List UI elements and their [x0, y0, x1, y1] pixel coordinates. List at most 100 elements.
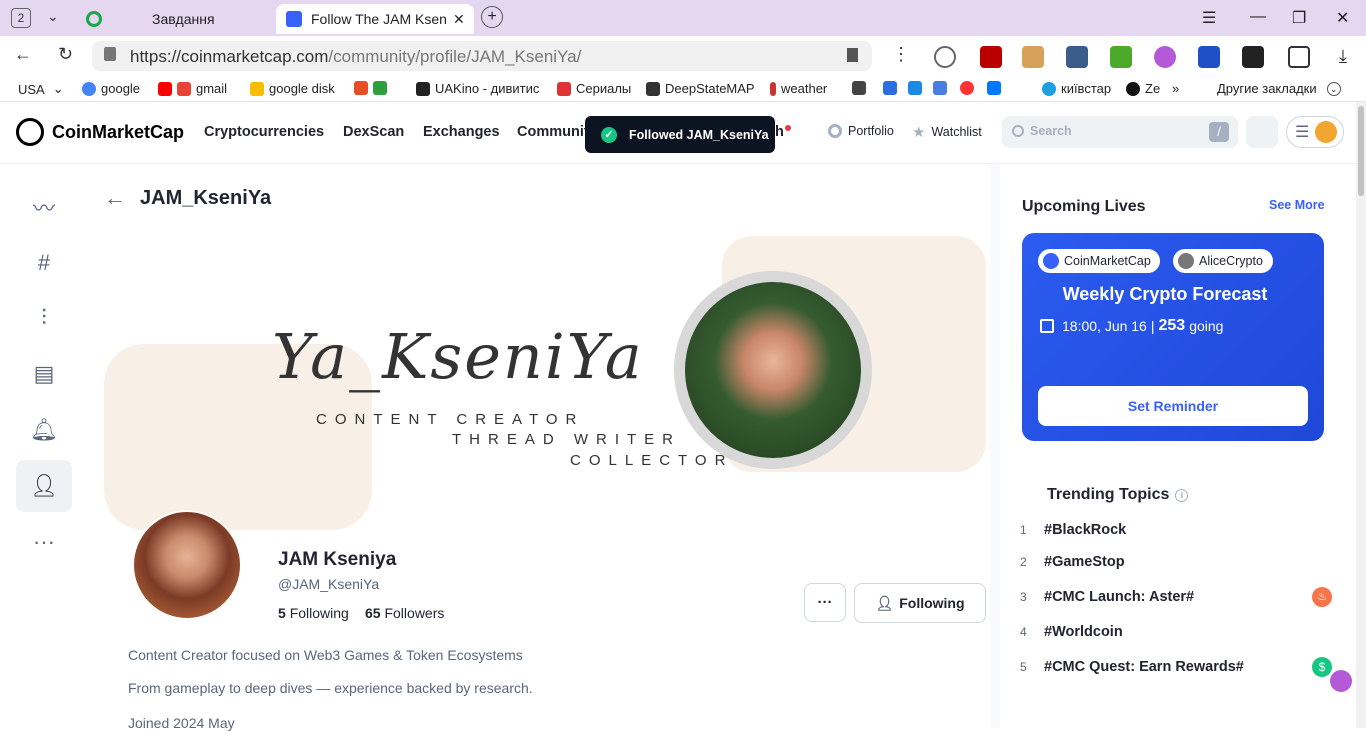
url-field[interactable]: https://coinmarketcap.com/community/prof… [92, 41, 872, 71]
page-scrollbar[interactable] [1356, 102, 1366, 728]
trending-item[interactable]: 1 #BlackRock [1020, 522, 1126, 538]
reload-icon[interactable]: ↻ [58, 44, 73, 65]
browser-tab-strip: 2 ⌄ Завдання Follow The JAM KseniYa ✕ + … [0, 0, 1366, 36]
bookmark-ze[interactable]: Ze [1126, 81, 1160, 96]
nav-community[interactable]: Communit [517, 124, 589, 140]
translate-icon [933, 81, 947, 95]
trending-topics-card: Trending Topics i 1 #BlackRock 2 #GameStop… [1002, 470, 1344, 696]
bookmark-serials[interactable]: Сериалы [557, 81, 631, 96]
info-icon[interactable]: i [1175, 488, 1189, 502]
ublock-ext-icon[interactable] [980, 46, 1002, 68]
trending-item[interactable]: 5 #CMC Quest: Earn Rewards# [1020, 659, 1244, 675]
bc-icon [852, 81, 866, 95]
article-icon[interactable]: ▤ [16, 348, 72, 400]
search-input[interactable]: Search / [1002, 116, 1238, 148]
tab-active[interactable]: Follow The JAM KseniYa ✕ [276, 4, 474, 34]
audio-icon[interactable]: ⫶ [16, 292, 72, 344]
close-window-icon[interactable]: ✕ [1336, 8, 1349, 28]
tab-tasks[interactable]: Завдання [80, 4, 270, 34]
followers-stat[interactable]: 65 Followers [365, 605, 444, 621]
download-ext-icon[interactable] [1110, 46, 1132, 68]
nav-exchanges[interactable]: Exchanges [423, 124, 500, 140]
back-arrow-icon[interactable]: ← [104, 185, 126, 211]
assistant-icon[interactable] [1330, 670, 1352, 692]
bookmark-misc[interactable] [354, 81, 392, 95]
following-stat[interactable]: 5 Following [278, 605, 349, 621]
lock-icon [104, 47, 116, 61]
note-ext-icon[interactable] [1066, 46, 1088, 68]
profile-handle: @JAM_KseniYa [278, 576, 380, 592]
reward-icon: $ [1312, 657, 1332, 677]
trending-item[interactable]: 3 #CMC Launch: Aster# [1020, 589, 1194, 605]
menu-icon[interactable]: ☰ [1202, 8, 1216, 28]
bookmark-icon[interactable] [847, 48, 858, 62]
other-bookmarks[interactable]: Другие закладки ⌄ [1217, 81, 1341, 96]
close-tab-icon[interactable]: ✕ [453, 11, 465, 28]
hashtag-icon[interactable]: # [16, 237, 72, 289]
more-bookmarks-icon[interactable]: » [1172, 81, 1179, 96]
bookmark-usa[interactable]: USA ⌄ [18, 81, 64, 97]
next-card-peek [1002, 708, 1344, 728]
scrollbar-thumb[interactable] [1358, 106, 1364, 196]
banner-script-text: Ya_KseniYa [272, 320, 644, 393]
bookmark-kyivstar[interactable]: київстар [1042, 81, 1111, 96]
translate-ext-icon[interactable] [934, 46, 956, 68]
profile-bio: Content Creator focused on Web3 Games & … [128, 647, 523, 663]
tab-label: Follow The JAM KseniYa [311, 11, 447, 27]
watchlist-link[interactable]: ★ Watchlist [912, 123, 982, 141]
avatar [1315, 121, 1338, 143]
user-icon: 👤︎ [875, 594, 894, 611]
puzzle-ext-icon[interactable] [1288, 46, 1310, 68]
tab-count-badge[interactable]: 2 [11, 8, 31, 28]
search-shortcut-badge: / [1209, 122, 1229, 142]
profile-bio: From gameplay to deep dives — experience… [128, 680, 533, 696]
profile-icon[interactable]: 👤︎ [16, 460, 72, 512]
section-title: Trending Topics i [1047, 486, 1189, 504]
nav-dexscan[interactable]: DexScan [343, 124, 404, 140]
tab-list-chevron-icon[interactable]: ⌄ [47, 8, 59, 25]
bookmark-google[interactable]: google [82, 81, 140, 96]
brain-ext-icon[interactable] [1154, 46, 1176, 68]
downloads-icon[interactable]: ⤓ [1332, 46, 1354, 68]
portfolio-link[interactable]: Portfolio [828, 124, 894, 138]
cmc-logo[interactable]: CoinMarketCap [16, 118, 184, 146]
nav-learn[interactable]: h [775, 124, 784, 140]
following-button[interactable]: 👤︎ Following [854, 583, 986, 623]
tab-label: Завдання [152, 11, 215, 27]
bookmark-google-disk[interactable]: google disk [250, 81, 335, 96]
thermometer-icon [770, 81, 776, 96]
banner-line: THREAD WRITER [452, 431, 681, 448]
bookmark-uakino[interactable]: UAKino - дивитис [416, 81, 539, 96]
trending-item[interactable]: 4 #Worldcoin [1020, 624, 1123, 640]
chevron-down-icon: ⌄ [1326, 81, 1341, 96]
nav-cryptocurrencies[interactable]: Cryptocurrencies [204, 124, 324, 140]
live-event-card[interactable]: CoinMarketCap AliceCrypto Weekly Crypto … [1022, 233, 1324, 441]
account-menu[interactable]: ☰ [1286, 116, 1344, 148]
back-icon[interactable]: ← [14, 44, 32, 65]
bell-icon[interactable]: 🔔︎ [16, 404, 72, 456]
set-reminder-button[interactable]: Set Reminder [1038, 386, 1308, 426]
bookmark-deepstate[interactable]: DeepStateMAP [646, 81, 755, 96]
restore-icon[interactable]: ❐ [1292, 8, 1306, 28]
more-icon[interactable]: ··· [16, 516, 72, 568]
scan-icon[interactable] [1246, 116, 1278, 148]
see-more-link[interactable]: See More [1269, 198, 1325, 212]
new-tab-icon[interactable]: + [481, 6, 503, 28]
gem-ext-icon[interactable] [1198, 46, 1220, 68]
minimize-icon[interactable]: — [1250, 8, 1266, 26]
bookmark-gmail[interactable]: gmail [158, 81, 227, 96]
drive-icon [250, 81, 264, 96]
joined-date: Joined 2024 May [128, 715, 235, 731]
event-title: Weekly Crypto Forecast [1062, 284, 1268, 304]
bookmark-icons[interactable] [852, 81, 1006, 95]
trending-item[interactable]: 2 #GameStop [1020, 554, 1125, 570]
feed-icon[interactable]: 〰 [16, 181, 72, 233]
trending-rank: 2 [1020, 555, 1027, 569]
bookmark-weather[interactable]: weather [770, 81, 827, 96]
more-options-icon[interactable]: ⋮ [892, 44, 910, 65]
more-options-button[interactable]: ··· [804, 583, 846, 622]
banner-line: CONTENT CREATOR [316, 411, 585, 428]
banner-photo [685, 282, 861, 458]
cookie-ext-icon[interactable] [1022, 46, 1044, 68]
terminal-ext-icon[interactable] [1242, 46, 1264, 68]
